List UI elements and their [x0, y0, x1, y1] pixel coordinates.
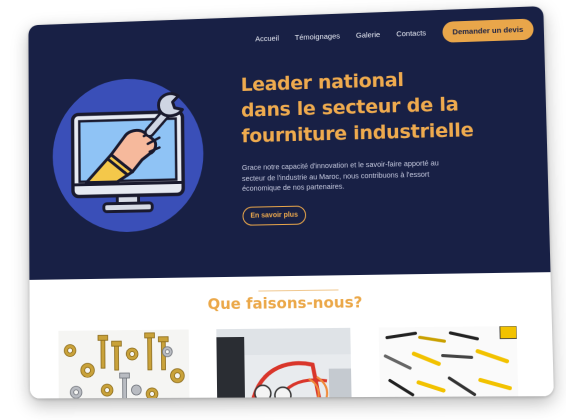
hero-headline: Leader national dans le secteur de la fo… [241, 63, 535, 149]
website-screenshot-card: Accueil Témoignages Galerie Contacts Dem… [28, 6, 554, 399]
illustration-svg [52, 76, 205, 234]
request-quote-button[interactable]: Demander un devis [442, 18, 534, 43]
hand-tools-svg [378, 326, 519, 399]
hand-tools-image [378, 326, 519, 399]
learn-more-button[interactable]: En savoir plus [242, 205, 307, 226]
monitor-base [104, 203, 152, 212]
monitor-wrench-icon [49, 73, 207, 236]
section-divider [258, 289, 339, 292]
stage: Accueil Témoignages Galerie Contacts Dem… [0, 0, 566, 420]
hero-section: Accueil Témoignages Galerie Contacts Dem… [28, 6, 551, 280]
industrial-machine-image [216, 327, 352, 399]
section-title: Que faisons-nous? [207, 293, 363, 314]
nav-item-accueil[interactable]: Accueil [255, 34, 279, 44]
nav-item-contacts[interactable]: Contacts [396, 28, 426, 38]
industrial-machine-svg [216, 327, 352, 399]
services-section: Que faisons-nous? [29, 272, 554, 399]
bolts-nuts-svg [58, 329, 190, 399]
main-nav: Accueil Témoignages Galerie Contacts Dem… [255, 18, 534, 50]
hero-description: Grace notre capacité d'innovation et le … [242, 157, 479, 194]
nav-item-temoignages[interactable]: Témoignages [295, 31, 340, 41]
bolts-nuts-image [58, 329, 190, 399]
nav-item-galerie[interactable]: Galerie [356, 30, 380, 40]
